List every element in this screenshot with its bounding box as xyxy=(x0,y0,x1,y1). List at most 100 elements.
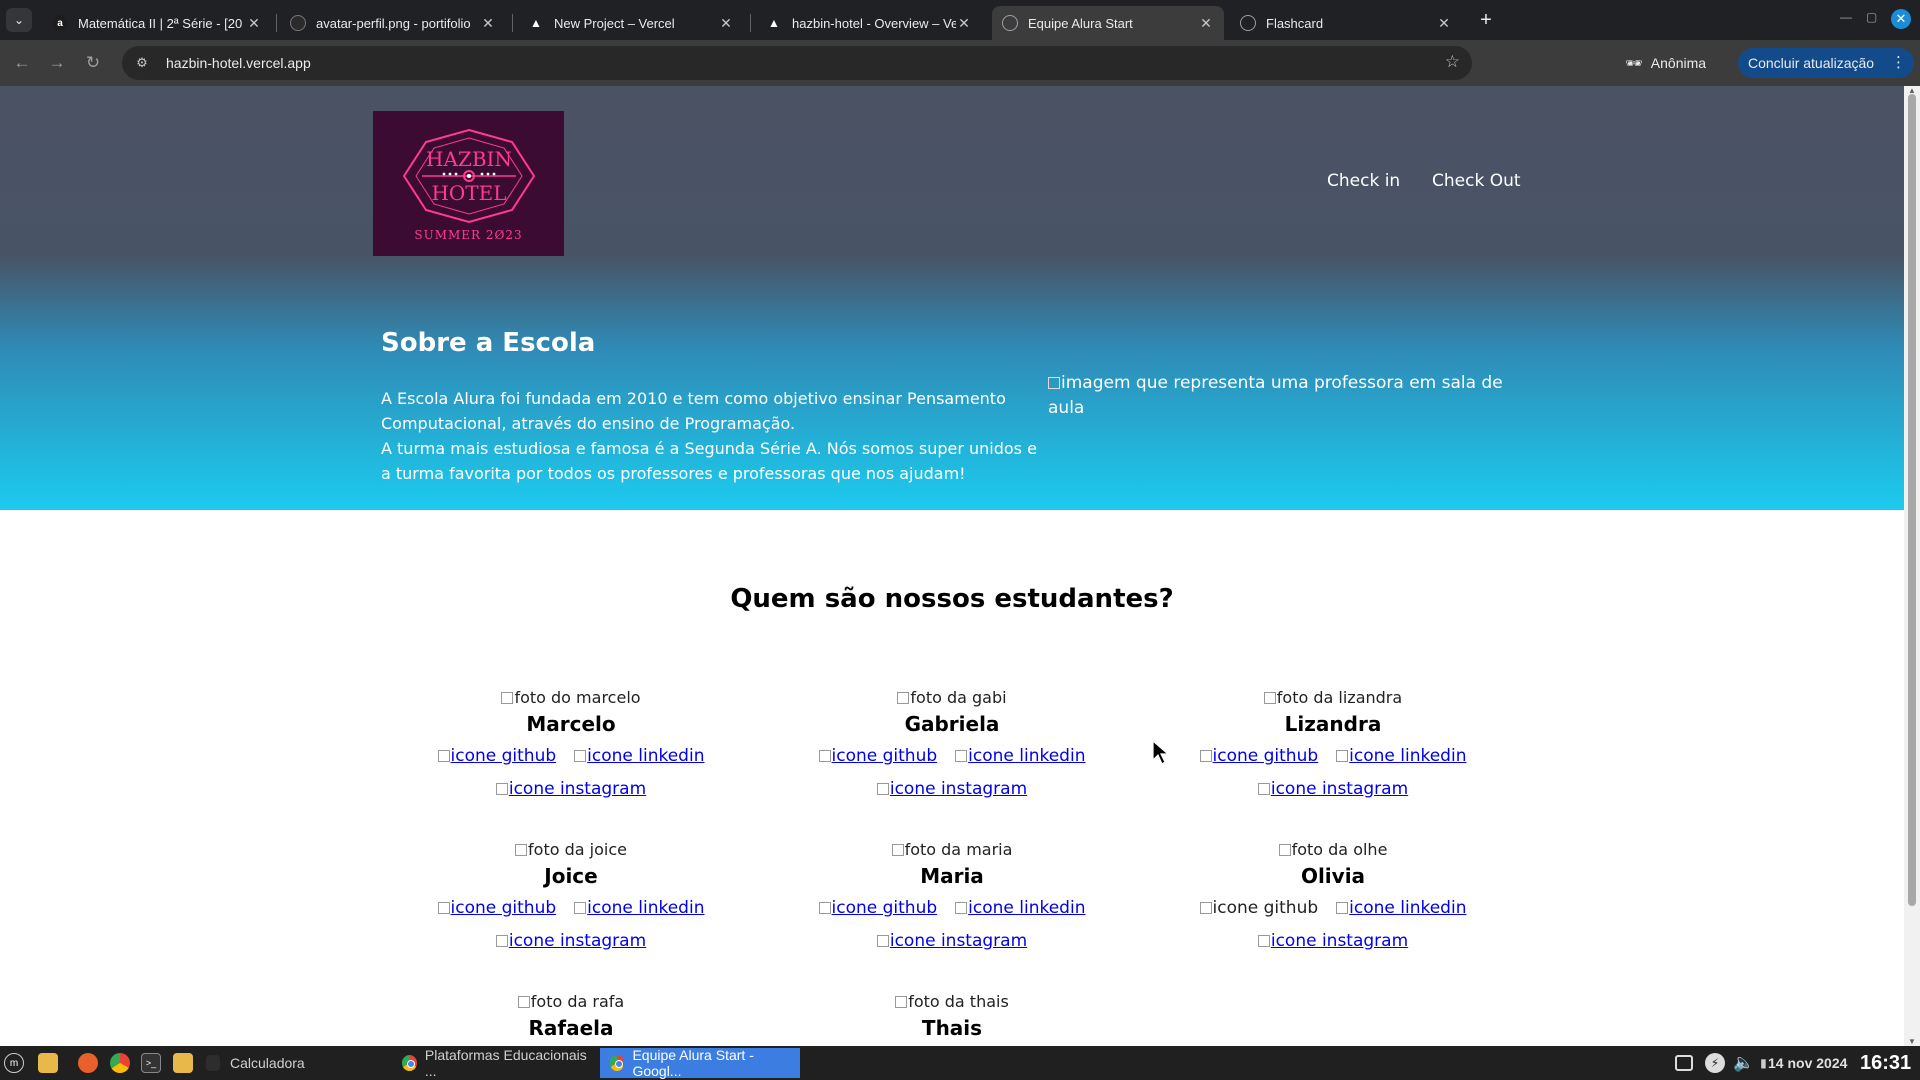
student-photo: foto da olhe xyxy=(1143,839,1523,861)
instagram-link[interactable]: icone instagram xyxy=(1257,928,1408,954)
window-label: Plataformas Educacionais ... xyxy=(424,1047,587,1079)
address-bar[interactable]: ⚙ hazbin-hotel.vercel.app ☆ xyxy=(122,46,1472,80)
broken-image-icon xyxy=(1257,783,1270,795)
broken-image-icon xyxy=(1336,750,1349,762)
broken-image-icon xyxy=(876,783,889,795)
close-icon[interactable]: ✕ xyxy=(1436,15,1452,32)
volume-icon[interactable]: 🔈 xyxy=(1733,1053,1754,1073)
linkedin-link[interactable]: icone linkedin xyxy=(955,895,1085,921)
svg-text:HAZBIN: HAZBIN xyxy=(426,147,512,171)
tab-title: Flashcard xyxy=(1266,15,1324,31)
scrollbar-thumb[interactable] xyxy=(1908,94,1916,906)
close-icon[interactable]: ✕ xyxy=(956,15,972,32)
student-photo: foto da maria xyxy=(762,839,1142,861)
alura-icon: a xyxy=(52,15,68,31)
instagram-link[interactable]: icone instagram xyxy=(1257,776,1408,802)
mint-menu-icon: m xyxy=(4,1053,24,1073)
linkedin-link[interactable]: icone linkedin xyxy=(574,743,704,769)
update-label: Concluir atualização xyxy=(1748,55,1875,71)
hazbin-hotel-logo[interactable]: HAZBIN HOTEL SUMMER 2Ø23 xyxy=(373,111,564,256)
about-title: Sobre a Escola xyxy=(381,328,596,358)
scroll-down-icon[interactable]: ▼ xyxy=(1908,1037,1916,1046)
linkedin-link[interactable]: icone linkedin xyxy=(1336,743,1466,769)
about-paragraph-1: A Escola Alura foi fundada em 2010 e tem… xyxy=(381,389,1006,433)
tab-search-button[interactable]: ⌄ xyxy=(6,8,32,32)
close-icon[interactable]: ✕ xyxy=(246,15,262,32)
terminal-icon: >_ xyxy=(141,1053,161,1073)
linkedin-link[interactable]: icone linkedin xyxy=(1336,895,1466,921)
close-icon[interactable]: ✕ xyxy=(1198,15,1214,32)
taskbar-window-equipe-alura[interactable]: Equipe Alura Start - Googl... xyxy=(600,1047,800,1079)
tab-title: New Project – Vercel xyxy=(554,15,675,31)
broken-image-icon xyxy=(1336,902,1349,914)
incognito-icon: 🕶 xyxy=(1625,54,1643,71)
reload-icon[interactable]: ↻ xyxy=(80,50,106,76)
firefox-launcher[interactable] xyxy=(78,1046,98,1080)
bookmark-star-icon[interactable]: ☆ xyxy=(1445,52,1460,72)
taskbar-date[interactable]: 14 nov 2024 xyxy=(1768,1046,1847,1080)
chrome-launcher[interactable] xyxy=(110,1046,130,1080)
os-taskbar: m >_ Calculadora Plataformas Educacionai… xyxy=(0,1046,1920,1080)
tab-matematica[interactable]: a Matemática II | 2ª Série - [20 ✕ xyxy=(42,6,272,40)
tab-flashcard[interactable]: Flashcard ✕ xyxy=(1230,6,1462,40)
tab-new-project-vercel[interactable]: ▲ New Project – Vercel ✕ xyxy=(518,6,744,40)
back-icon[interactable]: ← xyxy=(9,50,35,76)
github-link[interactable]: icone github xyxy=(1199,743,1318,769)
screenshot-icon[interactable] xyxy=(1675,1055,1693,1071)
github-link[interactable]: icone github xyxy=(818,895,937,921)
url-text[interactable]: hazbin-hotel.vercel.app xyxy=(166,55,311,71)
student-name: Maria xyxy=(920,864,984,888)
instagram-link[interactable]: icone instagram xyxy=(495,776,646,802)
maximize-icon[interactable]: ▢ xyxy=(1866,10,1877,24)
close-icon[interactable]: ✕ xyxy=(718,15,734,32)
instagram-link[interactable]: icone instagram xyxy=(876,928,1027,954)
broken-image-icon xyxy=(1257,935,1270,947)
tab-avatar-perfil[interactable]: avatar-perfil.png - portifolio ✕ xyxy=(280,6,506,40)
terminal-launcher[interactable]: >_ xyxy=(141,1046,161,1080)
taskbar-clock[interactable]: 16:31 xyxy=(1860,1046,1911,1080)
more-menu-icon[interactable]: ⋮ xyxy=(1891,53,1906,71)
page-scrollbar[interactable]: ▲ ▼ xyxy=(1904,86,1920,1046)
linkedin-link[interactable]: icone linkedin xyxy=(574,895,704,921)
window-close-button[interactable]: ✕ xyxy=(1891,9,1911,29)
update-button[interactable]: Concluir atualização ⋮ xyxy=(1738,48,1914,78)
page-viewport: HAZBIN HOTEL SUMMER 2Ø23 Check in Check … xyxy=(0,86,1904,1046)
instagram-link[interactable]: icone instagram xyxy=(495,928,646,954)
start-menu-button[interactable]: m xyxy=(4,1046,24,1080)
tab-hazbin-overview[interactable]: ▲ hazbin-hotel - Overview – Ve ✕ xyxy=(756,6,982,40)
taskbar-window-calculator[interactable]: Calculadora xyxy=(196,1048,315,1078)
tab-equipe-alura-start[interactable]: Equipe Alura Start ✕ xyxy=(992,6,1224,40)
nav-check-out[interactable]: Check Out xyxy=(1432,171,1521,191)
network-icon[interactable]: ▮ xyxy=(1760,1056,1767,1070)
broken-image-icon xyxy=(897,692,910,704)
minimize-icon[interactable]: — xyxy=(1840,10,1852,24)
files-launcher[interactable] xyxy=(38,1046,58,1080)
broken-image-icon xyxy=(515,844,528,856)
site-info-icon[interactable]: ⚙ xyxy=(132,55,152,71)
incognito-label: Anônima xyxy=(1650,55,1707,71)
github-link[interactable]: icone github xyxy=(818,743,937,769)
taskbar-window-plataformas[interactable]: Plataformas Educacionais ... xyxy=(392,1047,600,1079)
close-icon[interactable]: ✕ xyxy=(480,15,496,32)
student-photo: foto da joice xyxy=(381,839,761,861)
incognito-indicator[interactable]: 🕶 Anônima xyxy=(1625,48,1706,78)
folder-icon xyxy=(38,1053,58,1073)
broken-image-icon xyxy=(437,750,450,762)
student-photo: foto da gabi xyxy=(762,687,1142,709)
tab-title: Equipe Alura Start xyxy=(1028,15,1133,31)
student-card-marcelo: foto do marcelo Marcelo icone github icon… xyxy=(381,687,761,802)
linkedin-link[interactable]: icone linkedin xyxy=(955,743,1085,769)
new-tab-button[interactable]: + xyxy=(1473,8,1499,32)
github-link[interactable]: icone github xyxy=(437,895,556,921)
power-icon[interactable]: ⚡ xyxy=(1705,1053,1725,1073)
instagram-link[interactable]: icone instagram xyxy=(876,776,1027,802)
files-launcher-2[interactable] xyxy=(173,1046,193,1080)
student-photo: foto da rafa xyxy=(381,991,761,1013)
nav-check-in[interactable]: Check in xyxy=(1327,171,1400,191)
globe-icon xyxy=(1002,15,1018,31)
tab-title: Matemática II | 2ª Série - [20 xyxy=(78,15,243,31)
forward-icon[interactable]: → xyxy=(44,50,70,76)
github-link[interactable]: icone github xyxy=(437,743,556,769)
logo-subtitle: SUMMER 2Ø23 xyxy=(414,227,523,242)
chrome-icon xyxy=(610,1055,625,1071)
